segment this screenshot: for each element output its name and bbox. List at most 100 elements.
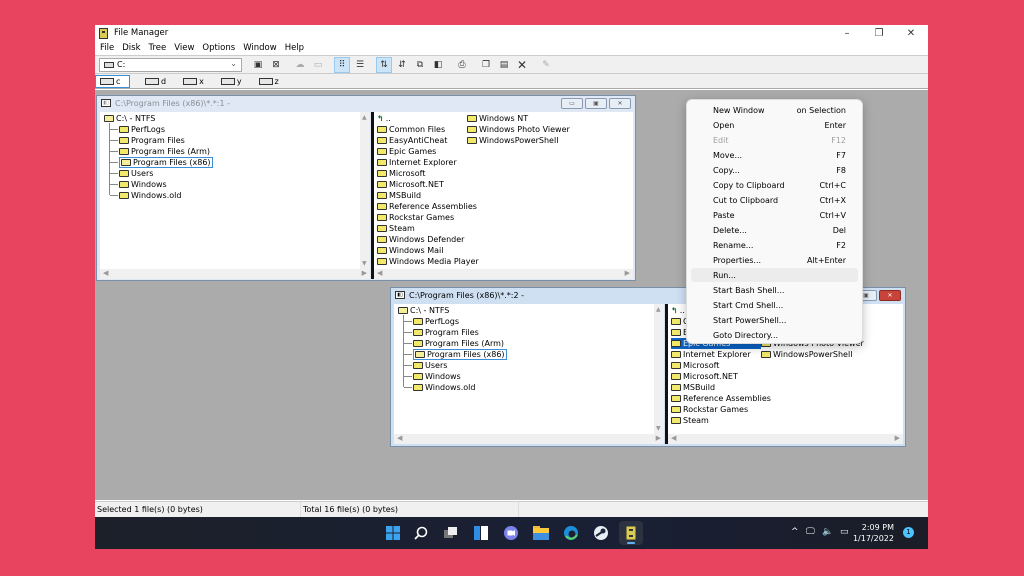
- file-explorer-icon[interactable]: [529, 521, 553, 545]
- tree-item[interactable]: Windows: [413, 371, 461, 382]
- drive-y[interactable]: y: [217, 75, 244, 88]
- scroll-left-arrow-icon[interactable]: ◀: [671, 434, 676, 442]
- battery-icon[interactable]: ▭: [840, 527, 849, 537]
- tree-item[interactable]: Program Files: [413, 327, 479, 338]
- context-menu-item-paste[interactable]: Paste Ctrl+V: [691, 208, 858, 222]
- file-item[interactable]: Microsoft: [671, 360, 719, 371]
- delete-icon[interactable]: ✕: [514, 57, 530, 73]
- tree-item[interactable]: Program Files (x86): [413, 349, 507, 360]
- context-menu-item-open[interactable]: Open Enter: [691, 118, 858, 132]
- file-item[interactable]: Steam: [377, 223, 415, 234]
- tree-item[interactable]: Program Files (Arm): [413, 338, 504, 349]
- tree-pane-2[interactable]: C:\ - NTFS PerfLogs Program Files Program F…: [394, 304, 664, 444]
- tree-item[interactable]: Users: [119, 168, 153, 179]
- menu-tree[interactable]: Tree: [149, 43, 167, 53]
- list-view-icon[interactable]: ☰: [352, 57, 368, 73]
- context-menu-item-copy-to-clipboard[interactable]: Copy to Clipboard Ctrl+C: [691, 178, 858, 192]
- tree-root[interactable]: C:\ - NTFS: [398, 305, 449, 316]
- tree-item[interactable]: Program Files: [119, 135, 185, 146]
- file-item[interactable]: Reference Assemblies: [377, 201, 477, 212]
- drive-d[interactable]: d: [141, 75, 168, 88]
- disconnect-drive-icon[interactable]: ⊠: [268, 57, 284, 73]
- scroll-up-arrow-icon[interactable]: ▲: [362, 114, 367, 121]
- file-item[interactable]: Epic Games: [377, 146, 436, 157]
- directory-window-1-titlebar[interactable]: ▮▯ C:\Program Files (x86)\*.*:1 -: [97, 96, 635, 110]
- child-minimize-button[interactable]: ▭: [561, 98, 583, 109]
- teams-chat-icon[interactable]: [499, 521, 523, 545]
- context-menu-item-goto-directory[interactable]: Goto Directory...: [691, 328, 858, 342]
- sort-by-type-icon[interactable]: ⇵: [394, 57, 410, 73]
- menu-help[interactable]: Help: [285, 43, 304, 53]
- menu-disk[interactable]: Disk: [122, 43, 140, 53]
- sort-by-name-icon[interactable]: ⇅: [376, 56, 392, 73]
- file-item[interactable]: Microsoft.NET: [377, 179, 444, 190]
- tree-item[interactable]: Program Files (Arm): [119, 146, 210, 157]
- scroll-up-arrow-icon[interactable]: ▲: [656, 306, 661, 313]
- scroll-left-arrow-icon[interactable]: ◀: [103, 269, 108, 277]
- file-item[interactable]: Windows Photo Viewer: [467, 124, 570, 135]
- tree-pane-1[interactable]: C:\ - NTFS PerfLogs Program Files Program F…: [100, 112, 370, 279]
- file-item[interactable]: Rockstar Games: [377, 212, 454, 223]
- task-view-icon[interactable]: [439, 521, 463, 545]
- horizontal-scrollbar[interactable]: ◀ ▶: [100, 269, 370, 279]
- show-hidden-icons-chevron-icon[interactable]: ^: [791, 527, 799, 537]
- parent-directory[interactable]: ↰..: [377, 113, 391, 124]
- context-menu-item-run[interactable]: Run...: [691, 268, 858, 282]
- file-item[interactable]: Internet Explorer: [377, 157, 457, 168]
- drive-x[interactable]: x: [179, 75, 206, 88]
- parent-directory[interactable]: ↰..: [671, 305, 685, 316]
- scroll-right-arrow-icon[interactable]: ▶: [895, 434, 900, 442]
- tree-item[interactable]: Users: [413, 360, 447, 371]
- scroll-left-arrow-icon[interactable]: ◀: [397, 434, 402, 442]
- print-icon[interactable]: ⎙: [454, 57, 470, 73]
- tree-item[interactable]: Windows: [119, 179, 167, 190]
- file-item[interactable]: Reference Assemblies: [671, 393, 771, 404]
- horizontal-scrollbar[interactable]: ◀ ▶: [394, 434, 664, 444]
- context-menu-item-new-window[interactable]: New Window on Selection: [691, 103, 858, 117]
- new-window-icon[interactable]: ⧉: [412, 57, 428, 73]
- context-menu-item-start-bash-shell[interactable]: Start Bash Shell...: [691, 283, 858, 297]
- large-icons-view-icon[interactable]: ⠿: [334, 56, 350, 73]
- menu-view[interactable]: View: [174, 43, 194, 53]
- restore-button[interactable]: ❐: [863, 25, 895, 41]
- connect-drive-icon[interactable]: ▣: [250, 57, 266, 73]
- child-maximize-button[interactable]: ▣: [585, 98, 607, 109]
- context-menu-item-move[interactable]: Move... F7: [691, 148, 858, 162]
- stop-sharing-icon[interactable]: ▭: [310, 57, 326, 73]
- menu-window[interactable]: Window: [243, 43, 277, 53]
- copy-icon[interactable]: ❐: [478, 57, 494, 73]
- context-menu-item-start-cmd-shell[interactable]: Start Cmd Shell...: [691, 298, 858, 312]
- tree-item[interactable]: PerfLogs: [413, 316, 459, 327]
- scroll-left-arrow-icon[interactable]: ◀: [377, 269, 382, 277]
- clean-icon[interactable]: ✎: [538, 57, 554, 73]
- file-item[interactable]: Internet Explorer: [671, 349, 751, 360]
- context-menu-item-start-powershell[interactable]: Start PowerShell...: [691, 313, 858, 327]
- context-menu-item-cut-to-clipboard[interactable]: Cut to Clipboard Ctrl+X: [691, 193, 858, 207]
- properties-icon[interactable]: ◧: [430, 57, 446, 73]
- file-item[interactable]: Windows Defender: [377, 234, 464, 245]
- clock[interactable]: 2:09 PM 1/17/2022: [853, 522, 894, 544]
- file-item[interactable]: Steam: [671, 415, 709, 426]
- file-item[interactable]: Windows Media Player: [377, 256, 479, 267]
- minimize-button[interactable]: –: [831, 25, 863, 41]
- file-item[interactable]: WindowsPowerShell: [761, 349, 852, 360]
- search-icon[interactable]: [409, 521, 433, 545]
- tree-item[interactable]: PerfLogs: [119, 124, 165, 135]
- file-item[interactable]: MSBuild: [377, 190, 421, 201]
- menu-file[interactable]: File: [100, 43, 114, 53]
- tree-item[interactable]: Windows.old: [119, 190, 181, 201]
- child-close-button[interactable]: ✕: [609, 98, 631, 109]
- notification-badge[interactable]: 1: [903, 527, 914, 538]
- file-item[interactable]: Windows Mail: [377, 245, 444, 256]
- file-item[interactable]: Common Files: [377, 124, 445, 135]
- volume-icon[interactable]: 🔈: [822, 527, 833, 537]
- file-item[interactable]: MSBuild: [671, 382, 715, 393]
- file-list-pane-1[interactable]: ↰.. Common Files EasyAntiCheat Epic Games In…: [374, 112, 633, 279]
- horizontal-scrollbar[interactable]: ◀ ▶: [668, 434, 903, 444]
- tree-item[interactable]: Windows.old: [413, 382, 475, 393]
- close-button[interactable]: ✕: [895, 25, 927, 41]
- drive-z[interactable]: z: [255, 75, 281, 88]
- file-item[interactable]: Rockstar Games: [671, 404, 748, 415]
- share-icon[interactable]: ☁: [292, 57, 308, 73]
- vertical-scrollbar[interactable]: ▲ ▼: [654, 304, 664, 434]
